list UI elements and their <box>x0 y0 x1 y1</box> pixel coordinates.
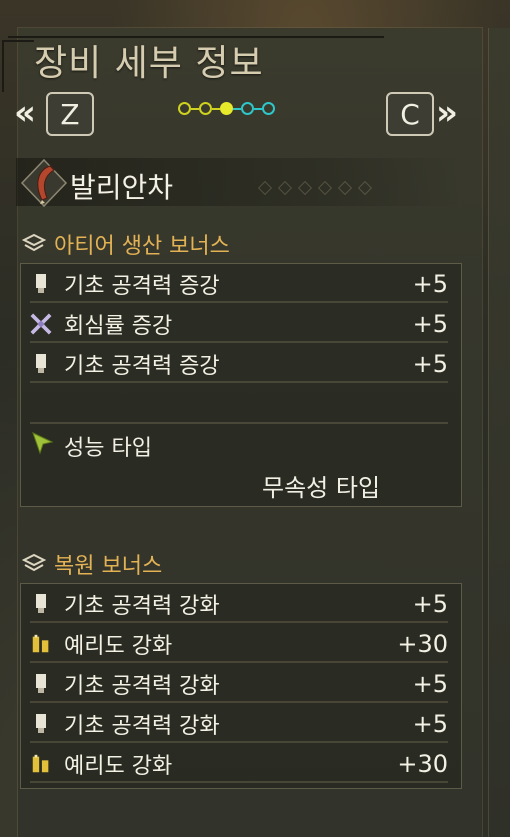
weapon-icon <box>20 158 68 208</box>
restore-stat-row: 예리도 강화 +30 <box>30 747 448 783</box>
restore-stat-row: 기초 공격력 강화 +5 <box>30 667 448 703</box>
artian-bonus-heading: 아티어 생산 보너스 <box>22 228 230 260</box>
prev-arrow-icon[interactable]: « <box>14 93 36 133</box>
layers-icon <box>22 553 46 572</box>
performance-type-value: 무속성 타입 <box>262 474 381 502</box>
page-dot <box>178 102 191 115</box>
restore-stat-row: 예리도 강화 +30 <box>30 627 448 663</box>
sharpness-icon <box>30 631 52 657</box>
artian-bonus-title: 아티어 생산 보너스 <box>54 234 230 259</box>
weapon-name: 발리안차 <box>70 171 174 204</box>
attack-icon <box>30 271 52 297</box>
next-key-button[interactable]: C <box>386 92 434 136</box>
attack-icon <box>30 351 52 377</box>
artian-stat-row: 기초 공격력 증강 +5 <box>30 347 448 383</box>
page-dot <box>262 102 275 115</box>
frame-ornament <box>2 40 34 92</box>
page-dot <box>241 102 254 115</box>
next-arrow-icon[interactable]: » <box>436 93 458 133</box>
page-dot <box>199 102 212 115</box>
artian-stat-row: 기초 공격력 증강 +5 <box>30 267 448 303</box>
side-panel-edge <box>488 28 510 837</box>
attack-icon <box>30 591 52 617</box>
page-indicator <box>178 102 275 115</box>
layers-icon <box>22 233 46 252</box>
decoration-pattern <box>257 180 373 196</box>
page-title: 장비 세부 정보 <box>34 43 264 84</box>
page-dot-active <box>220 102 233 115</box>
affinity-icon <box>30 311 52 337</box>
sharpness-icon <box>30 751 52 777</box>
artian-stat-row: 회심률 증강 +5 <box>30 307 448 343</box>
prev-key-button[interactable]: Z <box>46 92 94 136</box>
attack-icon <box>30 671 52 697</box>
performance-type-label: 성능 타입 <box>64 436 152 461</box>
attack-icon <box>30 711 52 737</box>
restore-stat-row: 기초 공격력 강화 +5 <box>30 587 448 623</box>
restore-stat-row: 기초 공격력 강화 +5 <box>30 707 448 743</box>
divider <box>30 422 448 424</box>
performance-type-icon <box>30 430 56 460</box>
restore-bonus-heading: 복원 보너스 <box>22 548 162 580</box>
restore-bonus-title: 복원 보너스 <box>54 554 163 579</box>
